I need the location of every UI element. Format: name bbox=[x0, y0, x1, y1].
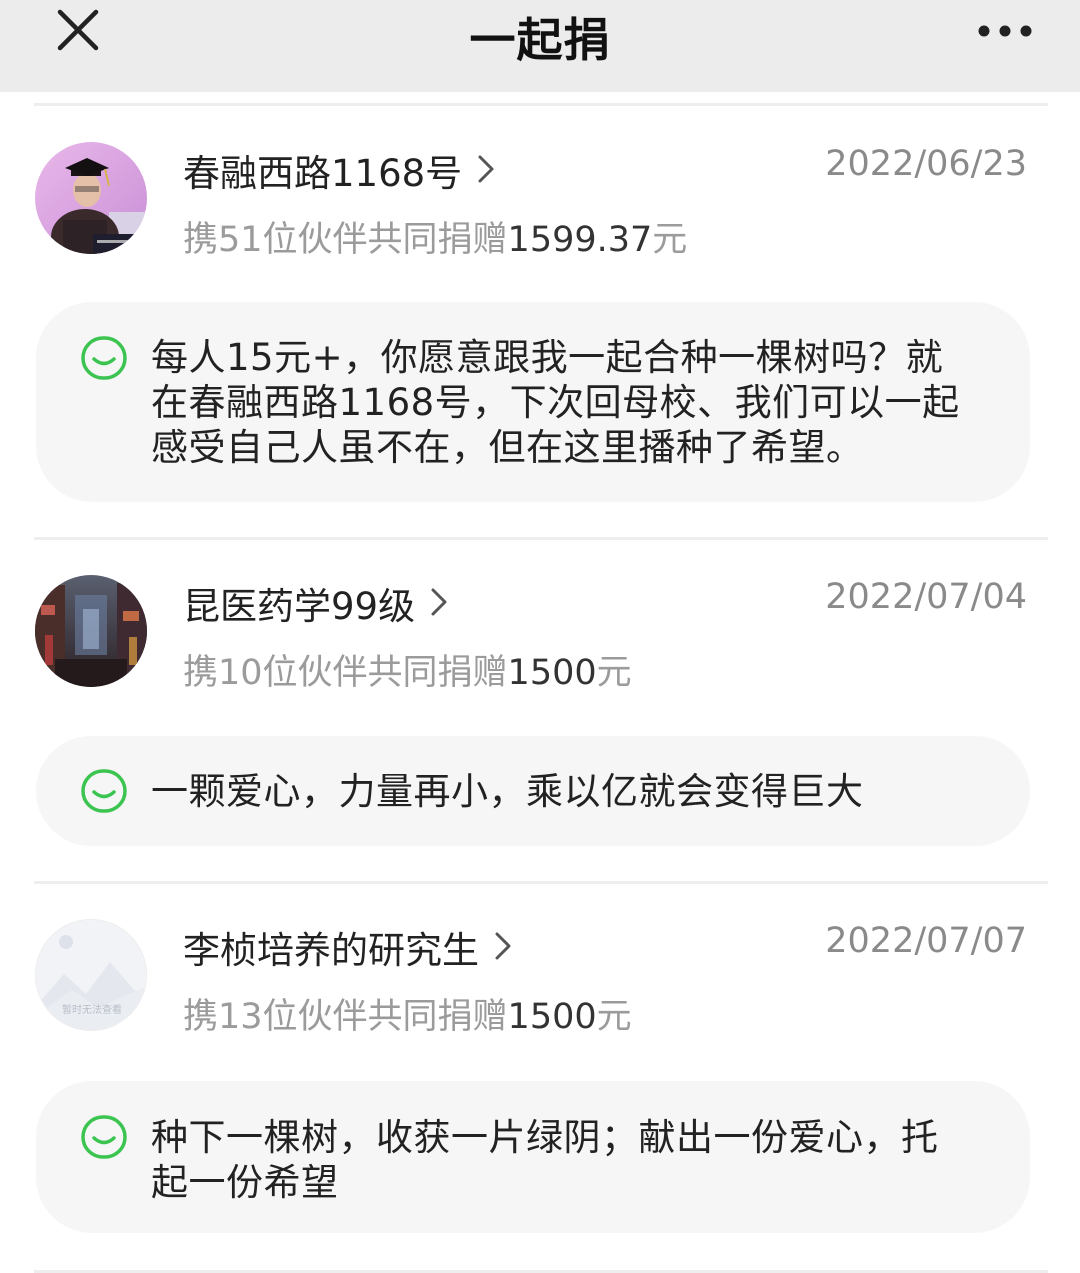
divider bbox=[34, 103, 1048, 106]
avatar[interactable] bbox=[35, 142, 147, 254]
donation-summary: 携51位伙伴共同捐赠1599.37元 bbox=[183, 211, 687, 262]
group-name: 李桢培养的研究生 bbox=[183, 929, 479, 972]
chevron-right-icon bbox=[493, 928, 513, 971]
group-name-link[interactable]: 春融西路1168号 bbox=[183, 143, 496, 197]
donation-date: 2022/07/07 bbox=[825, 921, 1027, 961]
donation-message: 种下一棵树，收获一片绿阴；献出一份爱心，托起一份希望 bbox=[151, 1116, 939, 1204]
donation-amount: 1500 bbox=[507, 997, 597, 1037]
nav-bar: 一起捐 bbox=[0, 0, 1080, 92]
group-name: 春融西路1168号 bbox=[183, 152, 463, 195]
currency-unit: 元 bbox=[596, 653, 632, 693]
chevron-right-icon bbox=[429, 584, 449, 627]
donation-message: 每人15元+，你愿意跟我一起合种一棵树吗？就在春融西路1168号，下次回母校、我… bbox=[151, 336, 960, 469]
donation-summary: 携13位伙伴共同捐赠1500元 bbox=[183, 988, 632, 1039]
summary-prefix: 携10位伙伴共同捐赠 bbox=[183, 653, 508, 693]
summary-prefix: 携13位伙伴共同捐赠 bbox=[183, 997, 508, 1037]
smile-icon bbox=[80, 1114, 128, 1160]
currency-unit: 元 bbox=[652, 220, 688, 260]
smile-icon bbox=[80, 335, 128, 381]
chevron-right-icon bbox=[476, 151, 496, 194]
currency-unit: 元 bbox=[596, 997, 632, 1037]
avatar[interactable]: 暂时无法查看 bbox=[35, 919, 147, 1031]
donation-amount: 1599.37 bbox=[507, 220, 653, 260]
donation-date: 2022/07/04 bbox=[825, 577, 1027, 617]
group-name-link[interactable]: 李桢培养的研究生 bbox=[183, 920, 513, 974]
avatar-caption: 暂时无法查看 bbox=[62, 1003, 122, 1016]
donation-message: 一颗爱心，力量再小，乘以亿就会变得巨大 bbox=[151, 770, 864, 813]
group-name-link[interactable]: 昆医药学99级 bbox=[183, 576, 449, 630]
summary-prefix: 携51位伙伴共同捐赠 bbox=[183, 220, 508, 260]
group-name: 昆医药学99级 bbox=[183, 585, 416, 628]
donation-amount: 1500 bbox=[507, 653, 597, 693]
divider bbox=[34, 537, 1048, 540]
divider bbox=[34, 881, 1048, 884]
avatar[interactable] bbox=[35, 575, 147, 687]
more-icon[interactable] bbox=[970, 14, 1040, 48]
donation-date: 2022/06/23 bbox=[825, 144, 1027, 184]
page-title: 一起捐 bbox=[469, 13, 611, 67]
smile-icon bbox=[80, 768, 128, 814]
donation-summary: 携10位伙伴共同捐赠1500元 bbox=[183, 644, 632, 695]
